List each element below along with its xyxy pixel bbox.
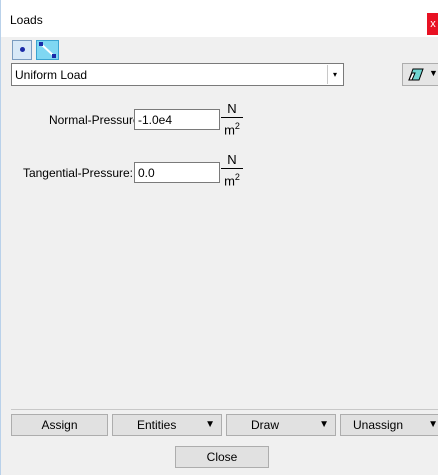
eraser-menu-button[interactable]: ▼ [402, 63, 438, 86]
assign-button[interactable]: Assign [11, 414, 108, 436]
caret-down-icon: ▼ [428, 419, 438, 430]
tangential-pressure-label: Tangential-Pressure: [22, 166, 133, 180]
normal-pressure-input[interactable] [134, 109, 220, 130]
load-type-value: Uniform Load [15, 68, 88, 82]
unassign-menu-button[interactable]: Unassign ▼ [340, 414, 438, 436]
point-tool-button[interactable] [12, 40, 32, 60]
title-bar: Loads x [1, 0, 438, 37]
caret-down-icon: ▼ [429, 68, 438, 78]
chevron-down-icon[interactable]: ▾ [327, 65, 342, 84]
tangential-pressure-unit: N m2 [221, 152, 243, 188]
normal-pressure-label: Normal-Pressure: [48, 113, 143, 127]
window-title: Loads [10, 13, 43, 27]
normal-pressure-unit: N m2 [221, 101, 243, 137]
caret-down-icon: ▼ [319, 419, 329, 430]
caret-down-icon: ▼ [205, 419, 215, 430]
action-bar: Assign Entities ▼ Draw ▼ Unassign ▼ [11, 409, 438, 439]
loads-window: Loads x Uniform Load ▾ ▼ Normal-Pressure… [0, 0, 438, 475]
load-parameters-panel: Normal-Pressure: N m2 Tangential-Pressur… [11, 92, 438, 400]
line-icon [39, 42, 56, 58]
close-bar: Close [11, 440, 438, 475]
window-close-button[interactable]: x [427, 13, 438, 35]
tangential-pressure-input[interactable] [134, 162, 220, 183]
line-tool-button[interactable] [36, 40, 59, 60]
load-type-select[interactable]: Uniform Load ▾ [11, 63, 344, 86]
entities-menu-button[interactable]: Entities ▼ [112, 414, 222, 436]
eraser-icon [408, 68, 424, 81]
close-button[interactable]: Close [175, 446, 269, 468]
draw-menu-button[interactable]: Draw ▼ [226, 414, 336, 436]
